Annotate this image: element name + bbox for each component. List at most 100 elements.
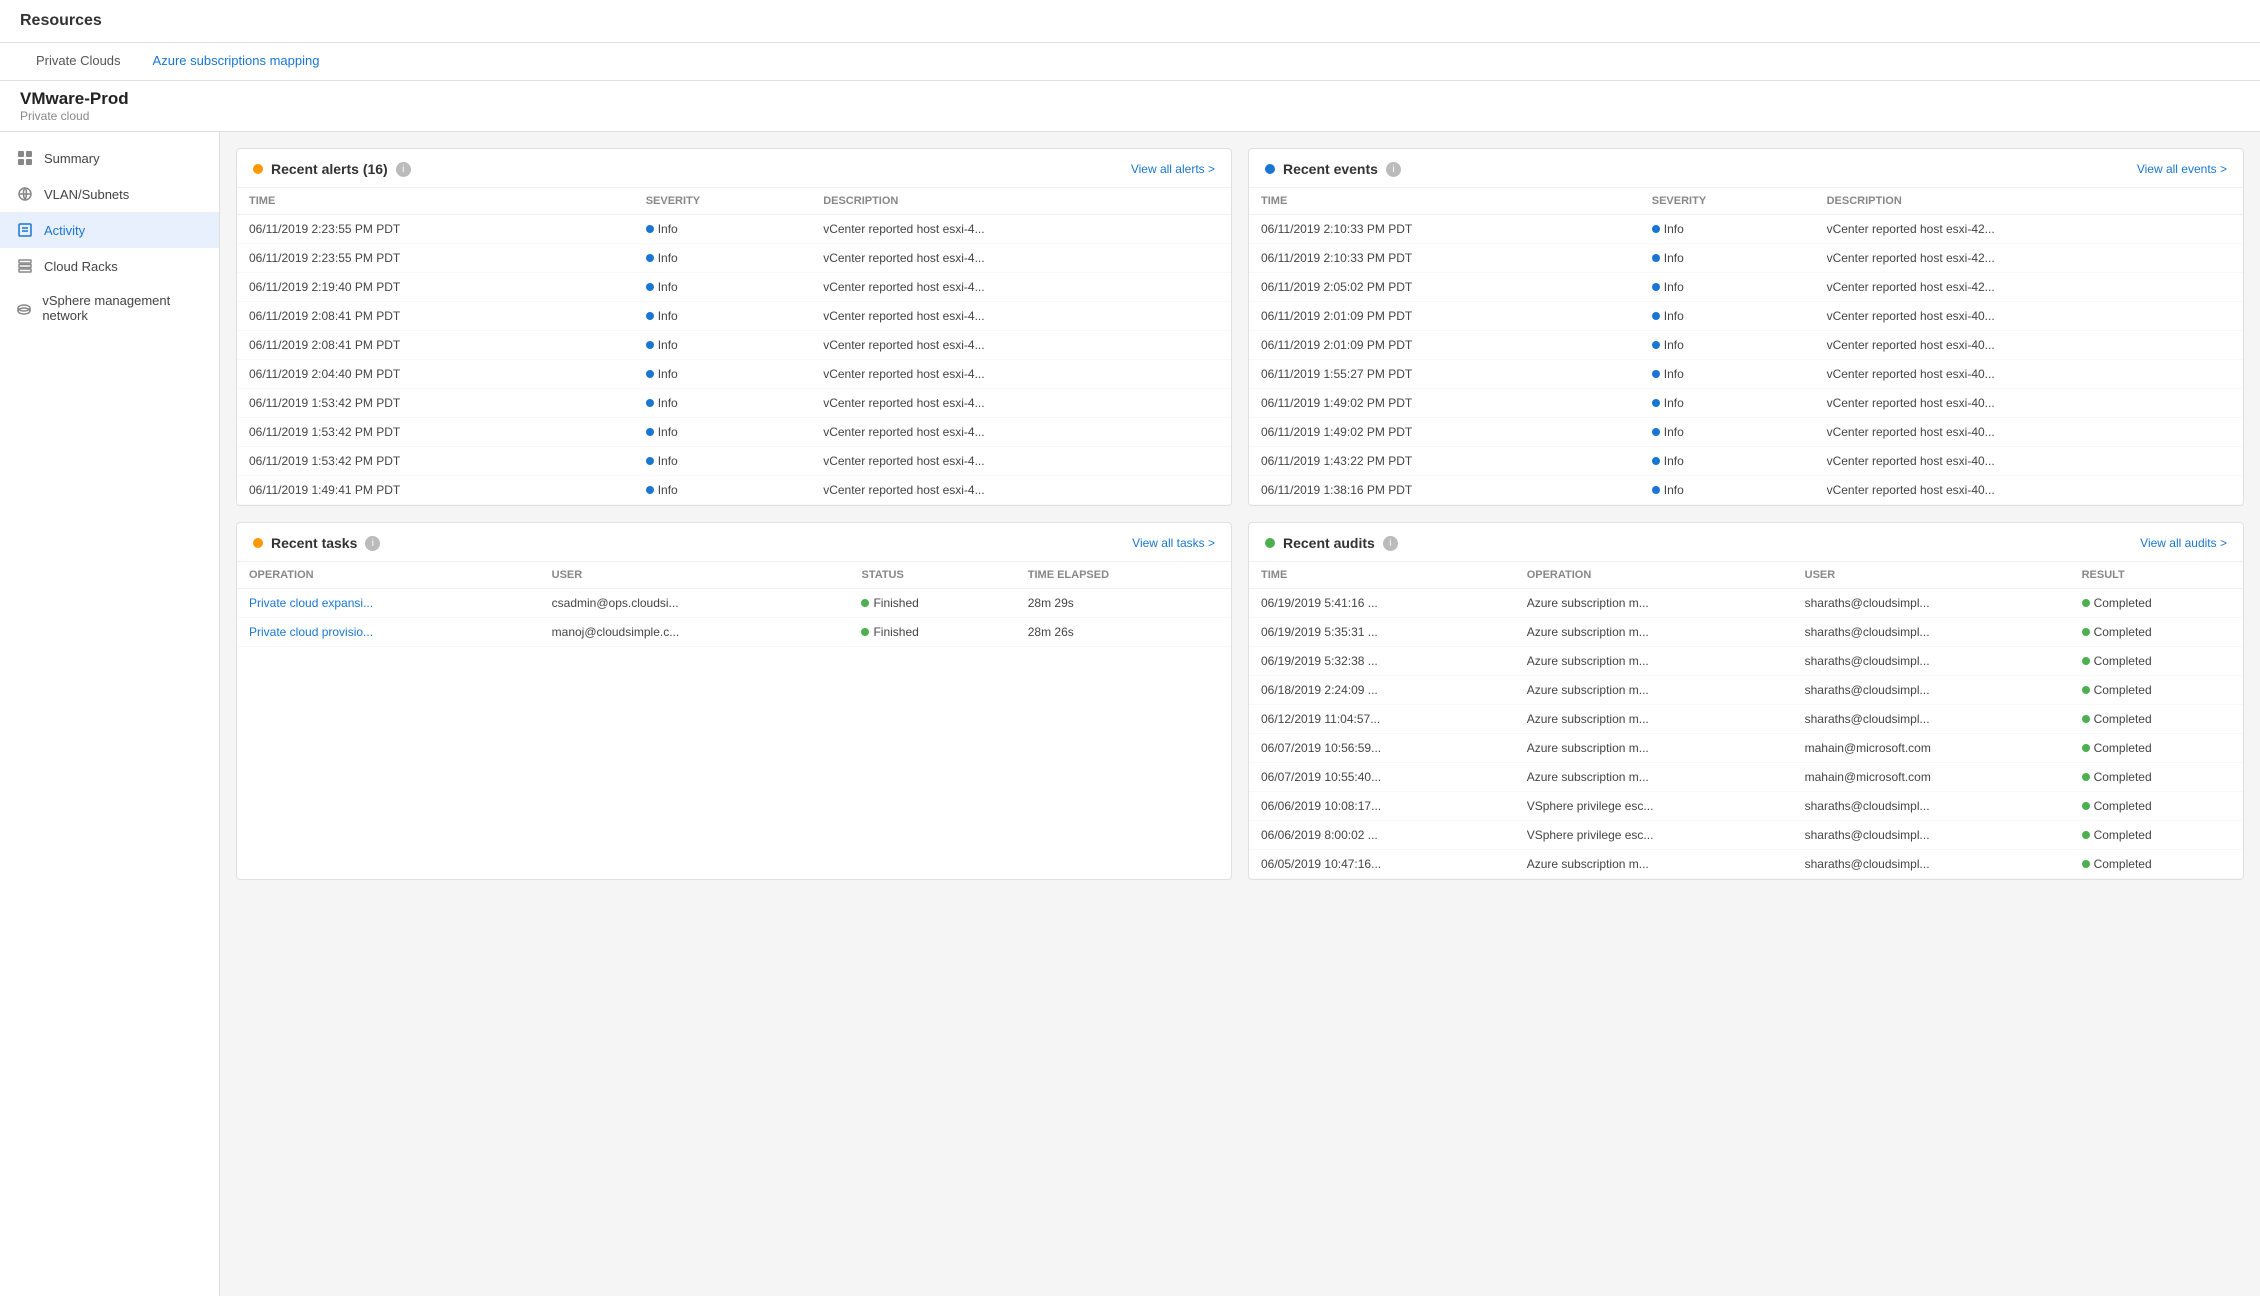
table-row: 06/11/2019 2:10:33 PM PDT Info vCenter r… <box>1249 215 2243 244</box>
events-view-all-link[interactable]: View all events > <box>2137 162 2227 176</box>
alerts-view-all-link[interactable]: View all alerts > <box>1131 162 1215 176</box>
tabs-bar: Private Clouds Azure subscriptions mappi… <box>0 43 2260 81</box>
grid-icon <box>16 149 34 167</box>
tab-azure-subscriptions[interactable]: Azure subscriptions mapping <box>137 43 336 80</box>
audits-view-all-link[interactable]: View all audits > <box>2140 536 2227 550</box>
table-row: 06/07/2019 10:56:59... Azure subscriptio… <box>1249 734 2243 763</box>
main-layout: Summary VLAN/Subnets Activity Cloud Rack… <box>0 132 2260 1296</box>
table-row: 06/11/2019 1:43:22 PM PDT Info vCenter r… <box>1249 447 2243 476</box>
tasks-col-elapsed: TIME ELAPSED <box>1016 562 1231 589</box>
alerts-col-description: DESCRIPTION <box>811 188 1231 215</box>
audits-col-result: RESULT <box>2070 562 2243 589</box>
events-info-icon: i <box>1386 162 1401 177</box>
table-row: 06/11/2019 2:04:40 PM PDT Info vCenter r… <box>237 360 1231 389</box>
tasks-col-status: STATUS <box>849 562 1015 589</box>
table-row: 06/11/2019 2:08:41 PM PDT Info vCenter r… <box>237 331 1231 360</box>
audits-col-operation: OPERATION <box>1515 562 1793 589</box>
tasks-dot <box>253 538 263 548</box>
tasks-table: OPERATION USER STATUS TIME ELAPSED Priva… <box>237 562 1231 647</box>
audits-dot <box>1265 538 1275 548</box>
sidebar-item-summary[interactable]: Summary <box>0 140 219 176</box>
sidebar: Summary VLAN/Subnets Activity Cloud Rack… <box>0 132 220 1296</box>
network-icon <box>16 185 34 203</box>
alerts-table-scroll[interactable]: TIME SEVERITY DESCRIPTION 06/11/2019 2:2… <box>237 188 1231 505</box>
events-dot <box>1265 164 1275 174</box>
table-row: 06/11/2019 1:49:02 PM PDT Info vCenter r… <box>1249 389 2243 418</box>
table-row: 06/06/2019 10:08:17... VSphere privilege… <box>1249 792 2243 821</box>
table-row: 06/11/2019 2:01:09 PM PDT Info vCenter r… <box>1249 302 2243 331</box>
audits-table-scroll[interactable]: TIME OPERATION USER RESULT 06/19/2019 5:… <box>1249 562 2243 879</box>
tasks-col-operation: OPERATION <box>237 562 540 589</box>
tasks-view-all-link[interactable]: View all tasks > <box>1132 536 1215 550</box>
app-title: Resources <box>20 12 102 29</box>
table-row: 06/11/2019 2:08:41 PM PDT Info vCenter r… <box>237 302 1231 331</box>
table-row: 06/11/2019 2:23:55 PM PDT Info vCenter r… <box>237 215 1231 244</box>
events-panel-header: Recent events i View all events > <box>1249 149 2243 188</box>
table-row: 06/11/2019 1:53:42 PM PDT Info vCenter r… <box>237 418 1231 447</box>
cloud-type: Private cloud <box>20 109 2240 123</box>
events-table: TIME SEVERITY DESCRIPTION 06/11/2019 2:1… <box>1249 188 2243 505</box>
table-row: 06/07/2019 10:55:40... Azure subscriptio… <box>1249 763 2243 792</box>
table-row: 06/11/2019 2:01:09 PM PDT Info vCenter r… <box>1249 331 2243 360</box>
sidebar-item-activity[interactable]: Activity <box>0 212 219 248</box>
audits-col-time: TIME <box>1249 562 1515 589</box>
table-row: 06/12/2019 11:04:57... Azure subscriptio… <box>1249 705 2243 734</box>
table-row: Private cloud provisio... manoj@cloudsim… <box>237 618 1231 647</box>
audits-panel: Recent audits i View all audits > TIME O… <box>1248 522 2244 880</box>
sidebar-item-vlan[interactable]: VLAN/Subnets <box>0 176 219 212</box>
events-col-description: DESCRIPTION <box>1815 188 2243 215</box>
audits-panel-header: Recent audits i View all audits > <box>1249 523 2243 562</box>
vsphere-icon <box>16 299 32 317</box>
app-header: Resources Private Clouds Azure subscript… <box>0 0 2260 132</box>
tasks-col-user: USER <box>540 562 850 589</box>
audits-info-icon: i <box>1383 536 1398 551</box>
audits-table: TIME OPERATION USER RESULT 06/19/2019 5:… <box>1249 562 2243 879</box>
tasks-panel-header: Recent tasks i View all tasks > <box>237 523 1231 562</box>
tasks-panel: Recent tasks i View all tasks > OPERATIO… <box>236 522 1232 880</box>
sidebar-label-vsphere: vSphere management network <box>42 293 203 323</box>
alerts-info-icon: i <box>396 162 411 177</box>
table-row: 06/11/2019 1:38:16 PM PDT Info vCenter r… <box>1249 476 2243 505</box>
sidebar-label-cloud-racks: Cloud Racks <box>44 259 118 274</box>
events-col-severity: SEVERITY <box>1640 188 1815 215</box>
tasks-table-scroll: OPERATION USER STATUS TIME ELAPSED Priva… <box>237 562 1231 647</box>
tasks-title: Recent tasks <box>271 535 357 551</box>
table-row: 06/11/2019 1:49:02 PM PDT Info vCenter r… <box>1249 418 2243 447</box>
table-row: 06/11/2019 1:53:42 PM PDT Info vCenter r… <box>237 447 1231 476</box>
events-col-time: TIME <box>1249 188 1640 215</box>
content-area: Recent alerts (16) i View all alerts > T… <box>220 132 2260 1296</box>
audits-title: Recent audits <box>1283 535 1375 551</box>
table-row: 06/11/2019 1:49:41 PM PDT Info vCenter r… <box>237 476 1231 505</box>
sidebar-item-vsphere[interactable]: vSphere management network <box>0 284 219 332</box>
table-row: 06/19/2019 5:32:38 ... Azure subscriptio… <box>1249 647 2243 676</box>
sidebar-label-vlan: VLAN/Subnets <box>44 187 129 202</box>
table-row: 06/05/2019 10:47:16... Azure subscriptio… <box>1249 850 2243 879</box>
events-title: Recent events <box>1283 161 1378 177</box>
activity-icon <box>16 221 34 239</box>
table-row: 06/11/2019 2:23:55 PM PDT Info vCenter r… <box>237 244 1231 273</box>
rack-icon <box>16 257 34 275</box>
table-row: 06/18/2019 2:24:09 ... Azure subscriptio… <box>1249 676 2243 705</box>
cloud-name: VMware-Prod <box>20 89 2240 109</box>
tasks-info-icon: i <box>365 536 380 551</box>
table-row: 06/11/2019 1:55:27 PM PDT Info vCenter r… <box>1249 360 2243 389</box>
alerts-title: Recent alerts (16) <box>271 161 388 177</box>
sidebar-item-cloud-racks[interactable]: Cloud Racks <box>0 248 219 284</box>
panels-grid: Recent alerts (16) i View all alerts > T… <box>236 148 2244 880</box>
alerts-panel-header: Recent alerts (16) i View all alerts > <box>237 149 1231 188</box>
sidebar-label-summary: Summary <box>44 151 100 166</box>
table-row: 06/06/2019 8:00:02 ... VSphere privilege… <box>1249 821 2243 850</box>
alerts-col-time: TIME <box>237 188 634 215</box>
alerts-col-severity: SEVERITY <box>634 188 812 215</box>
table-row: 06/19/2019 5:35:31 ... Azure subscriptio… <box>1249 618 2243 647</box>
tab-private-clouds[interactable]: Private Clouds <box>20 43 137 80</box>
alerts-panel: Recent alerts (16) i View all alerts > T… <box>236 148 1232 506</box>
audits-col-user: USER <box>1793 562 2070 589</box>
table-row: 06/19/2019 5:41:16 ... Azure subscriptio… <box>1249 589 2243 618</box>
alerts-dot <box>253 164 263 174</box>
table-row: Private cloud expansi... csadmin@ops.clo… <box>237 589 1231 618</box>
table-row: 06/11/2019 2:10:33 PM PDT Info vCenter r… <box>1249 244 2243 273</box>
events-table-scroll[interactable]: TIME SEVERITY DESCRIPTION 06/11/2019 2:1… <box>1249 188 2243 505</box>
table-row: 06/11/2019 2:19:40 PM PDT Info vCenter r… <box>237 273 1231 302</box>
events-panel: Recent events i View all events > TIME S… <box>1248 148 2244 506</box>
